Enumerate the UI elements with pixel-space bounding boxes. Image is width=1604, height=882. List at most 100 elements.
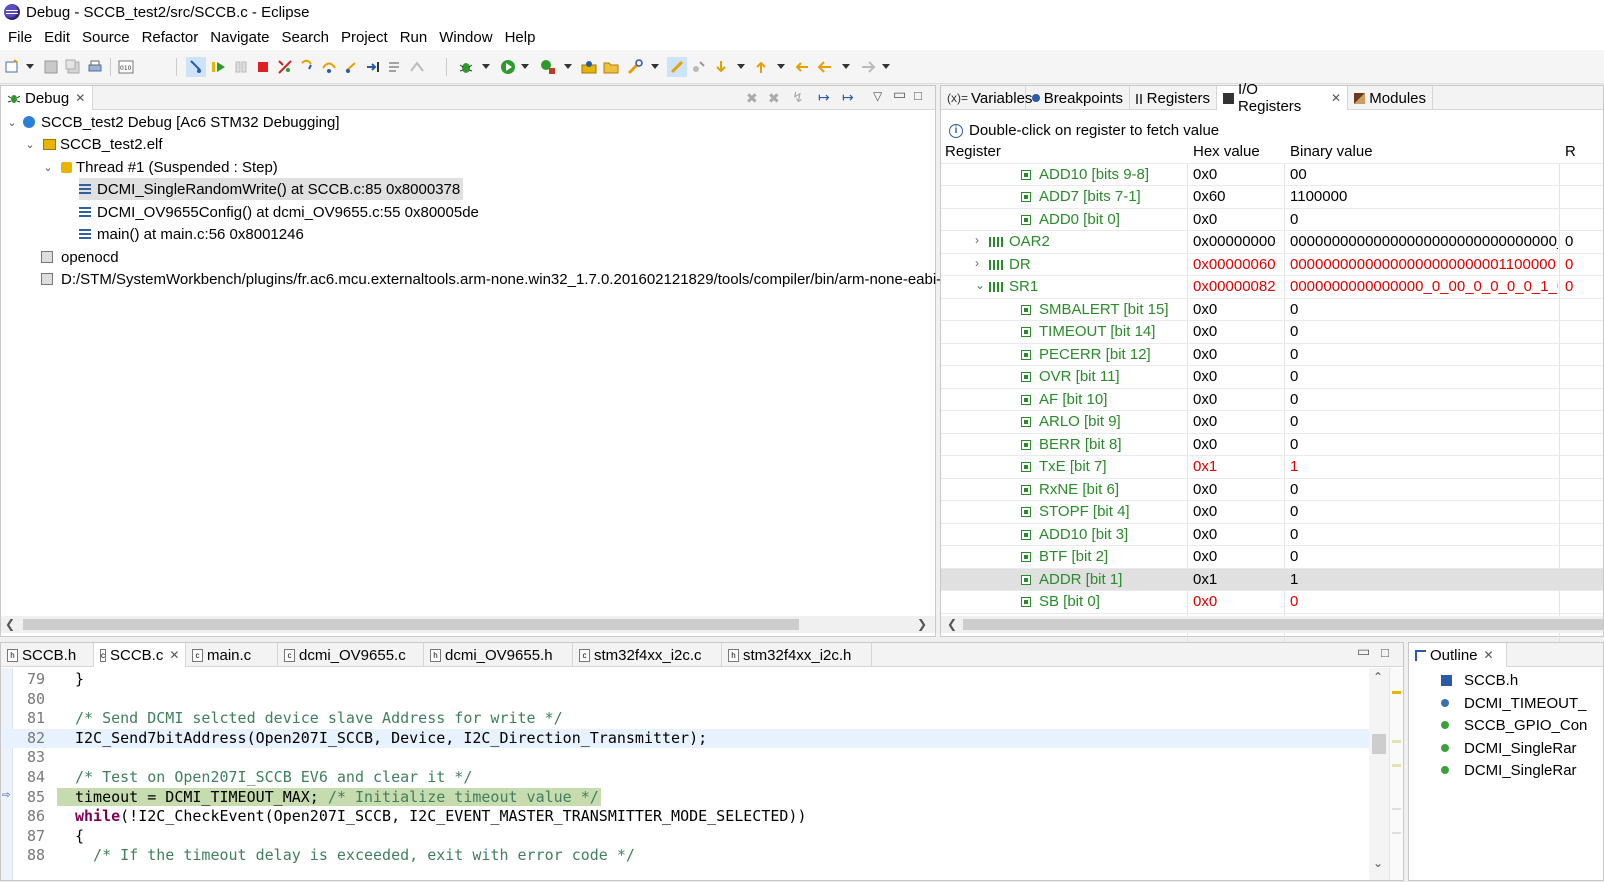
tab-outline[interactable]: Outline ✕	[1409, 643, 1507, 667]
tab-modules[interactable]: Modules	[1348, 86, 1433, 110]
tab-sccb-c[interactable]: c SCCB.c ✕	[94, 643, 186, 667]
tab-breakpoints[interactable]: Breakpoints	[1026, 86, 1130, 110]
new-dropdown-icon[interactable]	[26, 64, 34, 69]
code-line[interactable]: 80	[1, 690, 1369, 710]
back-icon[interactable]	[817, 59, 833, 75]
tab-sccb-h[interactable]: h SCCB.h	[1, 643, 94, 667]
menu-help[interactable]: Help	[499, 29, 542, 46]
close-icon[interactable]: ✕	[75, 91, 85, 105]
tab-registers[interactable]: Registers	[1130, 86, 1217, 110]
view-menu-icon[interactable]: ▽	[873, 89, 882, 103]
tab-stm32f4xx-i2c-c[interactable]: c stm32f4xx_i2c.c	[573, 643, 722, 667]
external-tools-dropdown-icon[interactable]	[564, 64, 572, 69]
register-row[interactable]: AF [bit 10] 0x0 0	[941, 389, 1603, 411]
tree-frame-selected[interactable]: DCMI_SingleRandomWrite() at SCCB.c:85 0x…	[79, 178, 464, 200]
scroll-left-icon[interactable]: ❮	[5, 617, 15, 631]
menu-edit[interactable]: Edit	[38, 29, 76, 46]
save-all-icon[interactable]	[65, 59, 81, 75]
next-annotation-icon[interactable]	[713, 59, 729, 75]
chevron-right-icon[interactable]: ›	[975, 233, 979, 247]
remove-all-terminated-icon[interactable]: ✖	[768, 90, 780, 107]
register-row[interactable]: PECERR [bit 12] 0x0 0	[941, 344, 1603, 366]
register-row[interactable]: RxNE [bit 6] 0x0 0	[941, 479, 1603, 501]
tab-main-c[interactable]: c main.c	[186, 643, 278, 667]
step-into-selection-icon[interactable]: ↦	[842, 89, 854, 106]
skip-breakpoints-icon[interactable]	[186, 57, 206, 77]
tab-dcmi-ov9655-h[interactable]: h dcmi_OV9655.h	[424, 643, 573, 667]
previous-annotation-icon[interactable]	[753, 59, 769, 75]
external-tools-icon[interactable]	[540, 59, 556, 75]
scrollbar-thumb[interactable]	[963, 619, 1603, 630]
column-header[interactable]: Binary value	[1290, 143, 1558, 160]
search-dropdown-icon[interactable]	[651, 64, 659, 69]
close-icon[interactable]: ✕	[169, 648, 179, 662]
scroll-up-icon[interactable]: ⌃	[1373, 670, 1383, 684]
register-row[interactable]: TxE [bit 7] 0x1 1	[941, 456, 1603, 479]
maximize-icon[interactable]: □	[1381, 645, 1389, 660]
resume-icon[interactable]	[211, 59, 227, 75]
outline-item[interactable]: SCCB_GPIO_Con	[1441, 714, 1587, 736]
register-row[interactable]: ADD10 [bit 3] 0x0 0	[941, 524, 1603, 546]
maximize-icon[interactable]: □	[914, 88, 922, 103]
close-icon[interactable]: ✕	[1331, 91, 1341, 105]
tree-frame[interactable]: main() at main.c:56 0x8001246	[79, 223, 304, 245]
print-icon[interactable]	[87, 59, 103, 75]
menu-window[interactable]: Window	[433, 29, 498, 46]
code-line[interactable]: 87 {	[1, 827, 1369, 847]
menu-project[interactable]: Project	[335, 29, 394, 46]
minimize-icon[interactable]: ▭	[1357, 643, 1370, 660]
drop-to-frame-icon[interactable]	[387, 59, 403, 75]
tree-thread[interactable]: ⌄ Thread #1 (Suspended : Step)	[41, 156, 277, 178]
code-line-debug[interactable]: 85 timeout = DCMI_TIMEOUT_MAX; /* Initial…	[1, 787, 1369, 808]
register-row[interactable]: ARLO [bit 9] 0x0 0	[941, 411, 1603, 434]
menu-navigate[interactable]: Navigate	[204, 29, 275, 46]
run-icon[interactable]	[500, 59, 516, 75]
tree-openocd[interactable]: openocd	[41, 246, 119, 268]
debug-hscrollbar[interactable]: ❮ ❯	[1, 616, 935, 633]
register-row[interactable]: › OAR2 0x00000000 0000000000000000000000000…	[941, 231, 1603, 254]
editor-vscrollbar[interactable]: ⌃ ⌄	[1369, 668, 1389, 880]
chevron-down-icon[interactable]: ⌄	[975, 278, 985, 292]
terminate-icon[interactable]	[255, 59, 271, 75]
chevron-right-icon[interactable]: ›	[975, 256, 979, 270]
column-header[interactable]: Hex value	[1193, 143, 1283, 160]
scroll-right-icon[interactable]: ❯	[917, 617, 927, 631]
search-wand-icon[interactable]	[627, 59, 643, 75]
menu-run[interactable]: Run	[394, 29, 434, 46]
forward-dropdown-icon[interactable]	[882, 64, 890, 69]
register-row[interactable]: STOPF [bit 4] 0x0 0	[941, 501, 1603, 524]
run-dropdown-icon[interactable]	[521, 64, 529, 69]
suspend-icon[interactable]	[233, 59, 249, 75]
debug-icon[interactable]	[458, 59, 474, 75]
debug-dropdown-icon[interactable]	[482, 64, 490, 69]
back-dropdown-icon[interactable]	[842, 64, 850, 69]
binary-icon[interactable]: 010	[118, 59, 134, 75]
tree-frame[interactable]: DCMI_OV9655Config() at dcmi_OV9655.c:55 …	[79, 201, 479, 223]
minimize-icon[interactable]: ▭	[893, 86, 906, 103]
step-over-icon[interactable]	[321, 59, 337, 75]
code-line[interactable]: 81 /* Send DCMI selcted device slave Addr…	[1, 709, 1369, 729]
open-type-icon[interactable]	[581, 59, 597, 75]
scroll-left-icon[interactable]: ❮	[947, 617, 957, 631]
register-row[interactable]: ADD7 [bits 7-1] 0x60 1100000	[941, 186, 1603, 209]
tab-dcmi-ov9655-c[interactable]: c dcmi_OV9655.c	[278, 643, 424, 667]
step-into-icon[interactable]	[299, 59, 315, 75]
relaunch-icon[interactable]: ↯	[792, 89, 804, 106]
column-header[interactable]: R	[1565, 143, 1576, 160]
code-line[interactable]: 86 while(!I2C_CheckEvent(Open207I_SCCB, I…	[1, 807, 1369, 827]
register-row[interactable]: › DR 0x00000060 000000000000000000000000011…	[941, 254, 1603, 276]
forward-icon[interactable]	[860, 59, 876, 75]
column-header[interactable]: Register	[945, 143, 1185, 160]
outline-item[interactable]: DCMI_TIMEOUT_	[1441, 692, 1587, 714]
register-row[interactable]: SB [bit 0] 0x0 0	[941, 591, 1603, 614]
chevron-down-icon[interactable]: ⌄	[41, 161, 55, 174]
last-edit-location-icon[interactable]	[794, 59, 810, 75]
menu-search[interactable]: Search	[275, 29, 335, 46]
tab-variables[interactable]: (x)= Variables	[941, 86, 1032, 110]
code-line-current[interactable]: 82 I2C_Send7bitAddress(Open207I_SCCB, Dev…	[1, 728, 1369, 749]
close-icon[interactable]: ✕	[1484, 648, 1494, 662]
disconnect-icon[interactable]	[277, 59, 293, 75]
outline-item[interactable]: SCCB.h	[1441, 669, 1518, 691]
toggle-mark-occurrences-icon[interactable]	[667, 57, 687, 77]
remove-terminated-icon[interactable]: ✖	[746, 90, 758, 107]
